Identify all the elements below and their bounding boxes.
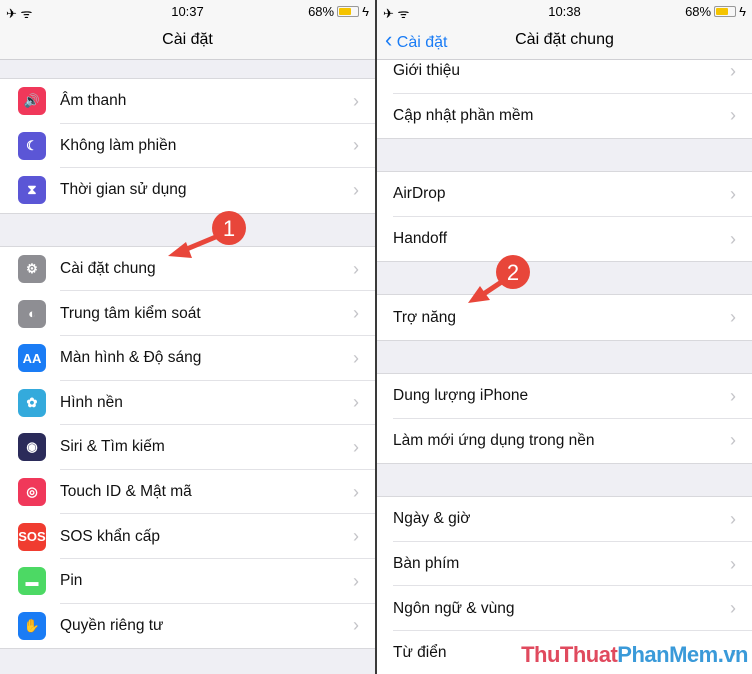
annotation-arrow-2: 2 <box>468 255 530 303</box>
annotation-number-1: 1 <box>223 216 235 241</box>
annotation-arrow-1: 1 <box>168 211 246 258</box>
annotation-number-2: 2 <box>507 260 519 285</box>
annotation-layer: 1 2 <box>168 211 530 303</box>
watermark-logo: ThuThuatPhanMem.vn <box>521 642 748 667</box>
